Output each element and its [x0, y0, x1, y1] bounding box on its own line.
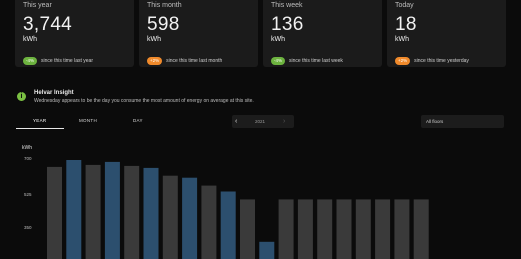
chart-bar[interactable] [162, 175, 178, 259]
active-tab-indicator [16, 128, 64, 129]
tab-day[interactable]: DAY [133, 116, 143, 126]
chart-bar[interactable] [394, 199, 410, 259]
comparison-text: since this time last month [166, 58, 223, 64]
chevron-left-icon[interactable]: ‹ [235, 115, 237, 128]
stat-comparison: -4% since this time last year [23, 57, 93, 65]
stat-value: 136 [271, 14, 304, 35]
stat-value: 3,744 [23, 14, 73, 35]
chart-bar[interactable] [143, 167, 159, 259]
bars-group [47, 160, 429, 259]
insight-panel: i Helvar Insight Wednesday appears to be… [17, 89, 254, 105]
insight-text: Wednesday appears to be the day you cons… [34, 98, 254, 104]
stat-unit: kWh [147, 36, 161, 43]
stat-title: This month [147, 2, 182, 9]
year-navigator: ‹ 2021 › [232, 115, 294, 128]
chart-bar[interactable] [104, 161, 120, 259]
chart-bar[interactable] [66, 160, 82, 259]
stat-comparison: -4% since this time last week [271, 57, 343, 65]
chart-bar[interactable] [85, 164, 101, 259]
stat-unit: kWh [23, 36, 37, 43]
stat-unit: kWh [271, 36, 285, 43]
chart-bar[interactable] [317, 199, 333, 259]
y-tick-label: 700 [24, 156, 32, 161]
chart-bar[interactable] [297, 199, 313, 259]
stat-comparison: +2% since this time yesterday [395, 57, 469, 65]
chart-bar[interactable] [201, 185, 217, 259]
stat-title: This year [23, 2, 52, 9]
stat-unit: kWh [395, 36, 409, 43]
chart-bar[interactable] [336, 199, 352, 259]
stat-card-today: Today 18 kWh +2% since this time yesterd… [387, 0, 506, 67]
chart-bar[interactable] [240, 199, 255, 259]
comparison-text: since this time last year [41, 58, 93, 64]
comparison-text: since this time yesterday [414, 58, 469, 64]
stat-title: This week [271, 2, 303, 9]
comparison-text: since this time last week [289, 58, 343, 64]
floor-select[interactable]: All floors [421, 115, 504, 128]
chevron-right-icon[interactable]: › [283, 115, 285, 128]
y-tick-label: 525 [24, 192, 32, 197]
stat-card-year: This year 3,744 kWh -4% since this time … [15, 0, 134, 67]
insight-title: Helvar Insight [34, 90, 74, 96]
y-tick-label: 350 [24, 225, 32, 230]
chart-bar[interactable] [182, 177, 198, 259]
stat-title: Today [395, 2, 414, 9]
tab-year[interactable]: YEAR [33, 116, 46, 126]
change-badge: -4% [23, 57, 38, 65]
chart-bar[interactable] [259, 241, 275, 259]
chart-bar[interactable] [375, 199, 391, 259]
tab-month[interactable]: MONTH [79, 116, 97, 126]
chart-bar[interactable] [124, 165, 140, 259]
stat-value: 598 [147, 14, 180, 35]
energy-bar-chart: kWh 700 525 350 [22, 145, 429, 259]
chart-bar[interactable] [220, 191, 236, 259]
chart-bar[interactable] [413, 199, 429, 259]
stat-comparison: +2% since this time last month [147, 57, 222, 65]
period-tabs: YEAR MONTH DAY [16, 116, 166, 129]
y-axis-label: kWh [22, 145, 32, 151]
stat-card-week: This week 136 kWh -4% since this time la… [263, 0, 382, 67]
stat-value: 18 [395, 14, 417, 35]
stat-card-month: This month 598 kWh +2% since this time l… [139, 0, 258, 67]
chart-bar[interactable] [355, 199, 371, 259]
info-icon: i [17, 92, 26, 101]
change-badge: +2% [147, 57, 163, 65]
chart-bar[interactable] [278, 199, 294, 259]
chart-bar[interactable] [47, 166, 62, 259]
change-badge: -4% [271, 57, 286, 65]
change-badge: +2% [395, 57, 411, 65]
year-label: 2021 [255, 119, 266, 124]
